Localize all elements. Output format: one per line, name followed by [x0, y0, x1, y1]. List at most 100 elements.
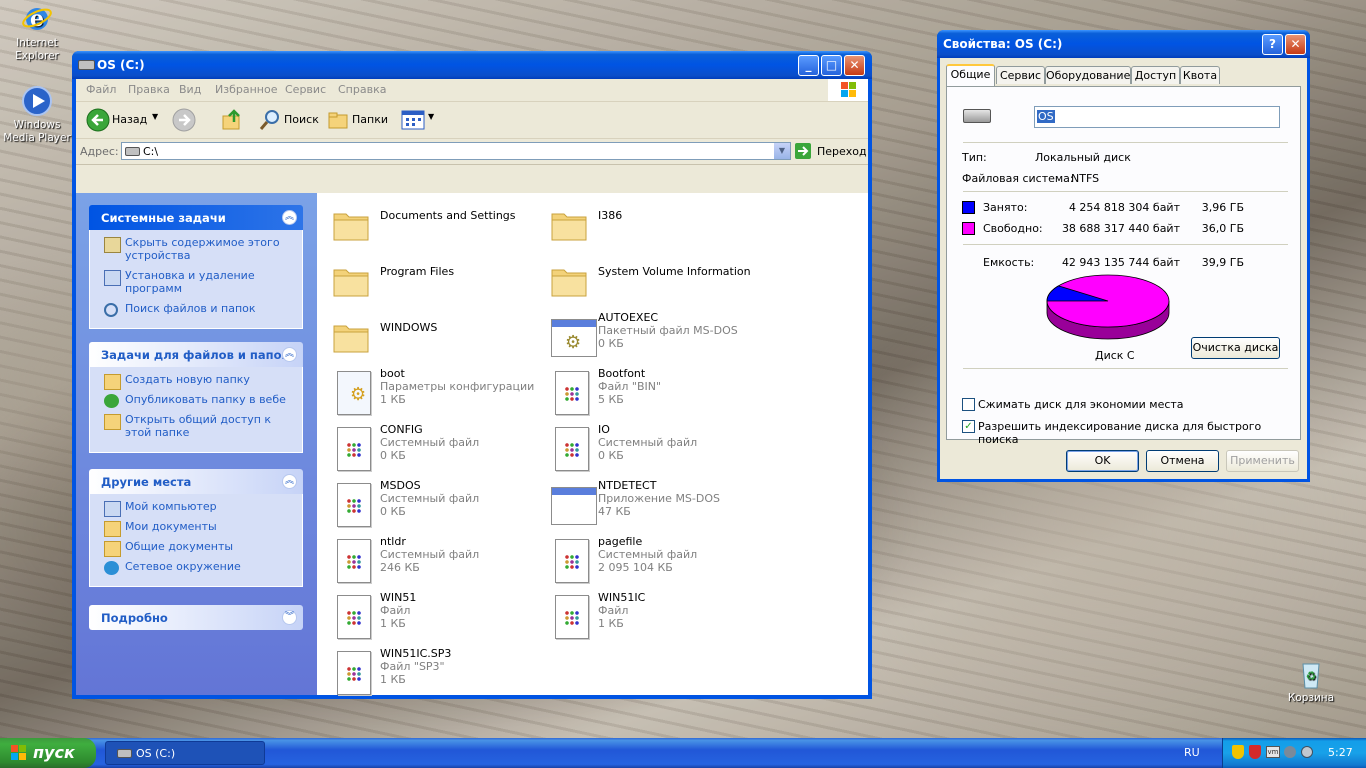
taskbar-button-explorer[interactable]: OS (C:) [105, 741, 265, 765]
maximize-button[interactable]: □ [821, 55, 842, 76]
network-icon[interactable] [1284, 746, 1296, 758]
index-label[interactable]: Разрешить индексирование диска для быстр… [978, 420, 1300, 446]
dialog-titlebar[interactable]: Свойства: OS (C:) ? ✕ [937, 30, 1310, 58]
folder-item[interactable]: WINDOWS [327, 309, 537, 363]
panel-header[interactable]: Задачи для файлов и папок ︽ [89, 342, 303, 367]
menu-tools[interactable]: Сервис [285, 83, 326, 96]
hide-contents-link[interactable]: Скрыть содержимое этого устройства [90, 236, 302, 262]
desktop-icon-recycle-bin[interactable]: ♻ Корзина [1275, 658, 1347, 705]
file-name: CONFIG [380, 423, 423, 436]
publish-web-link[interactable]: Опубликовать папку в вебе [90, 393, 302, 408]
file-size: 1 КБ [380, 617, 406, 630]
my-documents-link[interactable]: Мои документы [90, 520, 302, 537]
collapse-icon[interactable]: ︽ [282, 210, 297, 225]
menu-favorites[interactable]: Избранное [215, 83, 277, 96]
folders-button[interactable]: Папки [324, 108, 394, 132]
disk-cleanup-button[interactable]: Очистка диска [1191, 337, 1280, 359]
new-folder-link[interactable]: Создать новую папку [90, 373, 302, 390]
apply-button[interactable]: Применить [1226, 450, 1299, 472]
minimize-button[interactable]: _ [798, 55, 819, 76]
tab-hardware[interactable]: Оборудование [1045, 66, 1131, 84]
file-list: Documents and Settings I386 Program File… [317, 193, 868, 695]
file-type: Файл "BIN" [598, 380, 662, 393]
vm-icon[interactable]: vm [1266, 746, 1280, 758]
search-files-link[interactable]: Поиск файлов и папок [90, 302, 302, 317]
desktop-icon-ie[interactable]: e Internet Explorer [1, 3, 73, 63]
new-folder-icon [104, 374, 121, 390]
up-folder-icon[interactable] [220, 108, 244, 132]
back-button[interactable]: Назад ▼ [84, 108, 164, 132]
file-size: 1 КБ [380, 393, 406, 406]
expand-icon[interactable]: ︾ [282, 610, 297, 625]
address-dropdown-button[interactable]: ▼ [774, 143, 790, 159]
file-name: Program Files [380, 265, 455, 278]
security-shield-icon[interactable] [1232, 745, 1244, 759]
file-item[interactable]: ⚙ boot Параметры конфигурации 1 КБ [327, 365, 537, 419]
file-item[interactable]: MSDOS Системный файл 0 КБ [327, 477, 537, 531]
panel-header[interactable]: Подробно ︾ [89, 605, 303, 630]
explorer-titlebar[interactable]: OS (C:) _ □ ✕ [72, 51, 872, 79]
file-item[interactable]: Bootfont Файл "BIN" 5 КБ [545, 365, 755, 419]
close-button[interactable]: ✕ [844, 55, 865, 76]
chevron-down-icon[interactable]: ▼ [152, 112, 158, 121]
folder-item[interactable]: System Volume Information [545, 253, 755, 307]
share-folder-link[interactable]: Открыть общий доступ к этой папке [90, 413, 302, 439]
collapse-icon[interactable]: ︽ [282, 347, 297, 362]
add-remove-programs-link[interactable]: Установка и удаление программ [90, 269, 302, 295]
panel-header[interactable]: Другие места ︽ [89, 469, 303, 494]
file-item[interactable]: WIN51IC Файл 1 КБ [545, 589, 755, 643]
compress-checkbox[interactable] [962, 398, 975, 411]
tab-sharing[interactable]: Доступ [1131, 66, 1180, 84]
file-item[interactable]: WIN51 Файл 1 КБ [327, 589, 537, 643]
tab-quota[interactable]: Квота [1180, 66, 1220, 84]
panel-header[interactable]: Системные задачи ︽ [89, 205, 303, 230]
config-file-icon: ⚙ [337, 371, 371, 415]
antivirus-icon[interactable] [1249, 745, 1261, 759]
file-name: I386 [598, 209, 623, 222]
views-button[interactable]: ▼ [400, 108, 438, 132]
chevron-down-icon: ▼ [428, 112, 435, 121]
menu-file[interactable]: Файл [86, 83, 116, 96]
ok-button[interactable]: OK [1066, 450, 1139, 472]
close-button[interactable]: ✕ [1285, 34, 1306, 55]
menu-edit[interactable]: Правка [128, 83, 170, 96]
shared-documents-link[interactable]: Общие документы [90, 540, 302, 557]
forward-arrow-icon[interactable] [172, 108, 196, 132]
file-item[interactable]: NTDETECT Приложение MS-DOS 47 КБ [545, 477, 755, 531]
file-type: Системный файл [380, 548, 480, 561]
volume-icon[interactable] [1301, 746, 1313, 758]
system-file-icon [555, 539, 589, 583]
volume-label-input[interactable]: OS [1034, 106, 1280, 128]
compress-label[interactable]: Сжимать диск для экономии места [978, 398, 1184, 411]
menu-help[interactable]: Справка [338, 83, 386, 96]
help-button[interactable]: ? [1262, 34, 1283, 55]
collapse-icon[interactable]: ︽ [282, 474, 297, 489]
file-item[interactable]: ⚙ AUTOEXEC Пакетный файл MS-DOS 0 КБ [545, 309, 755, 363]
go-button[interactable]: Переход [794, 142, 868, 160]
start-button[interactable]: пуск [0, 738, 96, 768]
file-item[interactable]: WIN51IC.SP3 Файл "SP3" 1 КБ [327, 645, 537, 699]
file-item[interactable]: IO Системный файл 0 КБ [545, 421, 755, 475]
file-item[interactable]: pagefile Системный файл 2 095 104 КБ [545, 533, 755, 587]
search-button[interactable]: Поиск [256, 108, 320, 132]
my-computer-link[interactable]: Мой компьютер [90, 500, 302, 517]
separator [963, 244, 1288, 245]
network-link[interactable]: Сетевое окружение [90, 560, 302, 575]
file-item[interactable]: CONFIG Системный файл 0 КБ [327, 421, 537, 475]
system-file-icon [337, 539, 371, 583]
desktop-icon-media-player[interactable]: Windows Media Player [1, 85, 73, 145]
folder-item[interactable]: Program Files [327, 253, 537, 307]
computer-icon [104, 501, 121, 517]
file-item[interactable]: ntldr Системный файл 246 КБ [327, 533, 537, 587]
index-checkbox[interactable]: ✓ [962, 420, 975, 433]
language-indicator[interactable]: RU [1184, 746, 1200, 759]
address-input[interactable]: C:\ ▼ [121, 142, 791, 160]
tab-general[interactable]: Общие [946, 64, 995, 86]
system-file-icon [337, 483, 371, 527]
folder-item[interactable]: I386 [545, 197, 755, 251]
folder-item[interactable]: Documents and Settings [327, 197, 537, 251]
cancel-button[interactable]: Отмена [1146, 450, 1219, 472]
tab-service[interactable]: Сервис [996, 66, 1045, 84]
link-label: Установка и удаление программ [125, 269, 255, 295]
menu-view[interactable]: Вид [179, 83, 201, 96]
